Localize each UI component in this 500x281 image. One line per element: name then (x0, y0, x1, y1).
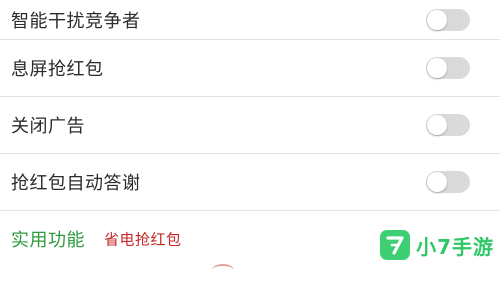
watermark-logo-icon (380, 230, 411, 260)
partial-icon (212, 264, 234, 276)
section-subtitle: 省电抢红包 (104, 230, 182, 248)
interfere-competitors-toggle[interactable] (426, 8, 470, 31)
setting-label: 关闭广告 (11, 116, 85, 137)
watermark-text: 小7手游 (416, 234, 494, 259)
setting-label: 抢红包自动答谢 (11, 173, 141, 194)
setting-row-auto-thanks[interactable]: 抢红包自动答谢 (0, 154, 500, 211)
watermark: 小7手游 (380, 223, 494, 267)
toggle-knob (427, 172, 447, 192)
toggle-knob (427, 9, 447, 30)
close-ads-toggle[interactable] (426, 114, 470, 136)
seven-glyph-icon (386, 236, 404, 255)
setting-row-interfere-competitors[interactable]: 智能干扰竞争者 (0, 0, 500, 40)
section-title: 实用功能 (11, 229, 85, 251)
auto-thanks-toggle[interactable] (426, 171, 470, 193)
setting-row-close-ads[interactable]: 关闭广告 (0, 97, 500, 154)
setting-label: 息屏抢红包 (11, 59, 104, 80)
screen-off-grab-toggle[interactable] (426, 57, 470, 79)
setting-label: 智能干扰竞争者 (11, 10, 141, 32)
setting-row-screen-off-grab[interactable]: 息屏抢红包 (0, 40, 500, 97)
toggle-knob (427, 58, 447, 78)
toggle-knob (427, 115, 447, 135)
